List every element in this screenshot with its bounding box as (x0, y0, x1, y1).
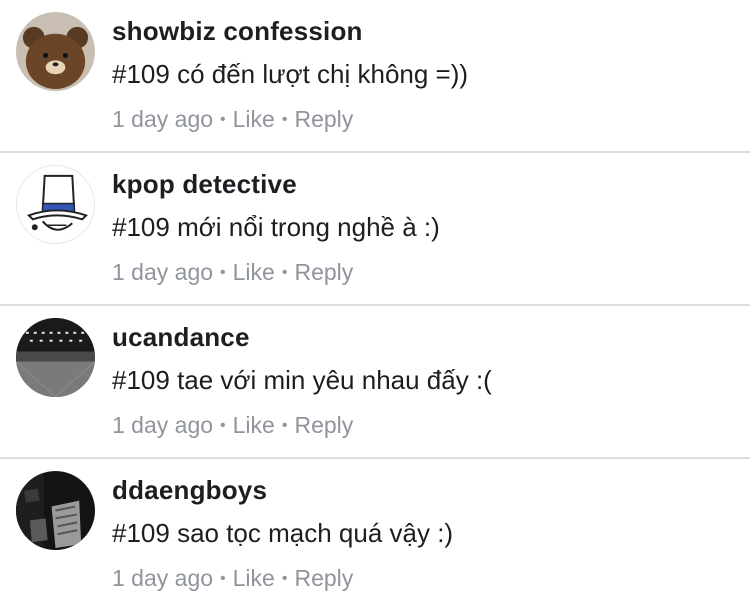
like-link[interactable]: Like (233, 412, 275, 438)
separator-dot: • (220, 417, 226, 434)
separator-dot: • (281, 111, 288, 128)
comment-text: #109 mới nổi trong nghề à :) (112, 212, 440, 242)
separator-dot: • (220, 570, 226, 587)
comment-author[interactable]: ddaengboys (112, 475, 267, 506)
reply-link[interactable]: Reply (294, 106, 353, 132)
comment-text: #109 tae với min yêu nhau đấy :( (112, 365, 492, 395)
comment-author[interactable]: kpop detective (112, 169, 297, 200)
comment-author[interactable]: showbiz confession (112, 16, 363, 47)
comment-meta: 1 day ago • Like • Reply (112, 106, 353, 133)
comment-meta: 1 day ago • Like • Reply (112, 412, 353, 439)
comment-item: kpop detective #109 mới nổi trong nghề à… (0, 153, 750, 306)
reply-link[interactable]: Reply (294, 565, 353, 591)
kaito-kid-avatar-icon[interactable] (16, 165, 95, 244)
separator-dot: • (220, 264, 226, 281)
comment-author[interactable]: ucandance (112, 322, 250, 353)
separator-dot: • (281, 264, 288, 281)
brown-bear-avatar-icon[interactable] (16, 12, 95, 91)
reply-link[interactable]: Reply (294, 259, 353, 285)
reply-link[interactable]: Reply (294, 412, 353, 438)
comment-meta: 1 day ago • Like • Reply (112, 565, 353, 592)
separator-dot: • (220, 111, 226, 128)
comment-meta: 1 day ago • Like • Reply (112, 259, 353, 286)
comment-item: showbiz confession #109 có đến lượt chị … (0, 0, 750, 153)
separator-dot: • (281, 570, 288, 587)
dark-hall-avatar-icon[interactable] (16, 318, 95, 397)
comment-time: 1 day ago (112, 106, 214, 132)
comment-item: ucandance #109 tae với min yêu nhau đấy … (0, 306, 750, 459)
like-link[interactable]: Like (233, 565, 275, 591)
comment-list: showbiz confession #109 có đến lượt chị … (0, 0, 750, 612)
comment-text: #109 có đến lượt chị không =)) (112, 59, 469, 89)
dark-photo-avatar-icon[interactable] (16, 471, 95, 550)
comment-item: ddaengboys #109 sao tọc mạch quá vậy :) … (0, 459, 750, 612)
comment-time: 1 day ago (112, 259, 214, 285)
comment-time: 1 day ago (112, 565, 214, 591)
separator-dot: • (281, 417, 288, 434)
comment-text: #109 sao tọc mạch quá vậy :) (112, 518, 454, 548)
like-link[interactable]: Like (233, 106, 275, 132)
like-link[interactable]: Like (233, 259, 275, 285)
comment-time: 1 day ago (112, 412, 214, 438)
